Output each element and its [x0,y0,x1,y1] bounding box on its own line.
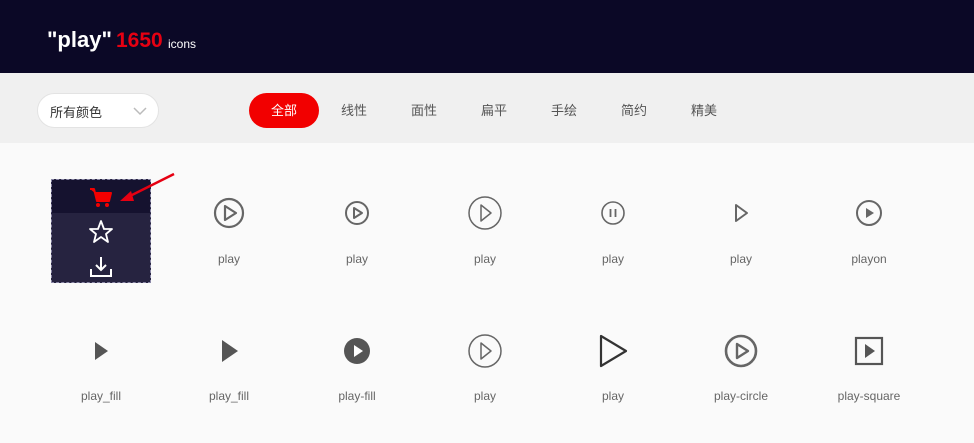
icon-name: play_fill [208,389,250,403]
icon-name: play [217,252,240,266]
cart-icon[interactable] [88,184,114,210]
icon-name: play-circle [713,389,768,403]
icon-card[interactable]: play_fill [51,333,151,443]
icon-name: play [601,389,624,403]
icon-name: play-fill [338,389,376,403]
play-square-icon [854,336,884,366]
play-circle-outline-icon [213,197,245,229]
tab-solid[interactable]: 面性 [394,93,454,128]
play-triangle-fill-icon [222,340,238,362]
play-circle-thin-icon [468,334,502,368]
icon-card[interactable]: play [435,333,535,443]
pause-circle-icon [601,201,625,225]
play-circle-fill-icon [344,338,370,364]
filter-bar: 所有颜色 全部 线性 面性 扁平 手绘 简约 精美 [0,73,974,143]
icon-name: play [473,252,496,266]
icon-card[interactable]: play_fill [179,333,279,443]
search-header: "play" 1650 icons [0,0,974,73]
tab-flat[interactable]: 扁平 [464,93,524,128]
tab-handdrawn[interactable]: 手绘 [534,93,594,128]
play-circle-small-icon [345,201,369,225]
play-circle-thin-icon [468,196,502,230]
star-icon[interactable] [88,219,114,245]
chevron-down-icon [133,107,147,116]
search-query: "play" [47,27,112,52]
tab-all[interactable]: 全部 [249,93,319,128]
icon-card[interactable]: playon [819,195,919,305]
icon-name: play_fill [80,389,122,403]
icon-name: play-square [837,389,901,403]
icon-name: playon [851,252,887,266]
play-triangle-fill-icon [95,342,108,360]
icon-card[interactable]: play-fill [307,333,407,443]
icon-name: play [345,252,368,266]
icon-card[interactable]: play-circle [691,333,791,443]
icon-name: play [473,389,496,403]
play-triangle-outline-icon [735,204,748,222]
arrow-annotation-icon [120,172,175,201]
icon-card[interactable]: play [307,195,407,305]
icon-card[interactable]: play-square [819,333,919,443]
icon-card[interactable]: play [435,195,535,305]
download-icon[interactable] [88,254,114,280]
result-unit: icons [168,37,197,51]
icon-card[interactable]: play [179,195,279,305]
icon-card[interactable]: play [691,195,791,305]
tab-exquisite[interactable]: 精美 [674,93,734,128]
color-select-label: 所有颜色 [50,105,103,120]
play-triangle-large-icon [599,334,628,368]
tab-linear[interactable]: 线性 [324,93,384,128]
icon-name: play [601,252,624,266]
color-select[interactable]: 所有颜色 [37,93,159,128]
play-circle-outline-icon [856,200,882,226]
tab-simple[interactable]: 简约 [604,93,664,128]
play-circle-outline-icon [724,334,758,368]
icon-name: play [729,252,752,266]
result-count: 1650 [116,29,163,52]
icon-card[interactable]: play [563,333,663,443]
icon-card[interactable]: play [563,195,663,305]
